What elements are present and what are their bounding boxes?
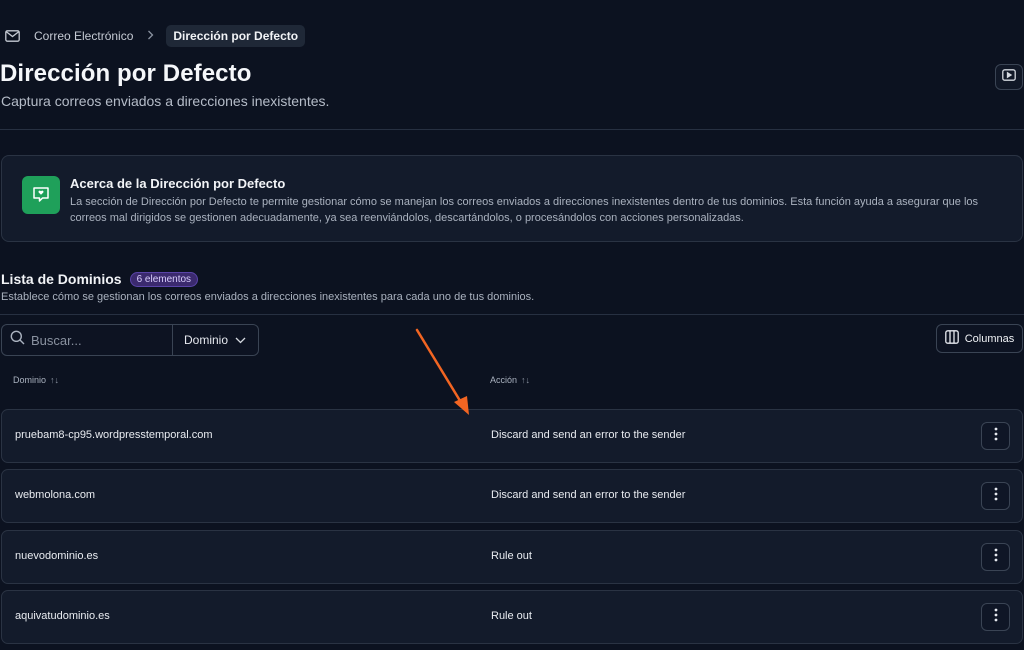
column-header-action-label: Acción [490,375,518,385]
column-header-domain[interactable]: Dominio ↑↓ [13,375,59,385]
info-text: La sección de Dirección por Defecto te p… [70,196,979,224]
action-cell: Discard and send an error to the sender [491,489,686,501]
chevron-right-icon [147,29,154,43]
domain-cell: pruebam8-cp95.wordpresstemporal.com [15,429,213,441]
list-title: Lista de Dominios [1,271,122,287]
search-input[interactable] [31,332,161,348]
row-menu-button[interactable] [981,422,1010,450]
chevron-down-icon [235,333,246,347]
action-cell: Rule out [491,610,532,622]
breadcrumb-item-email[interactable]: Correo Electrónico [34,29,133,43]
divider [0,129,1024,130]
filter-select-value: Dominio [184,333,229,347]
divider [0,314,1024,315]
domain-cell: webmolona.com [15,489,96,501]
page-title: Dirección por Defecto [0,60,252,87]
table-row: nuevodominio.es Rule out [1,530,1023,584]
kebab-menu-icon [994,487,998,506]
list-description: Establece cómo se gestionan los correos … [1,291,535,303]
kebab-menu-icon [994,548,998,567]
info-card: Acerca de la Dirección por Defecto La se… [1,155,1023,242]
table-row: pruebam8-cp95.wordpresstemporal.com Disc… [1,409,1023,463]
page: Correo Electrónico Dirección por Defecto… [0,0,1024,650]
columns-button[interactable]: Columnas [936,324,1023,353]
kebab-menu-icon [994,427,998,446]
sort-icon: ↑↓ [50,375,60,385]
action-cell: Discard and send an error to the sender [491,429,686,441]
row-menu-button[interactable] [981,603,1010,631]
list-header: Lista de Dominios 6 elementos [1,271,199,287]
row-menu-button[interactable] [981,482,1010,510]
domain-cell: nuevodominio.es [15,550,99,562]
row-menu-button[interactable] [981,543,1010,571]
action-cell: Rule out [491,550,532,562]
columns-icon [944,330,959,347]
shield-chat-icon [22,176,60,214]
table-row: aquivatudominio.es Rule out [1,590,1023,644]
column-header-domain-label: Dominio [13,375,47,385]
filter-select[interactable]: Dominio [173,325,258,355]
video-tutorial-button[interactable] [995,64,1023,90]
breadcrumb: Correo Electrónico Dirección por Defecto [4,25,306,47]
search-box [2,325,173,355]
column-header-action[interactable]: Acción ↑↓ [490,375,530,385]
video-icon [1002,68,1016,86]
search-filter-group: Dominio [1,324,259,356]
count-badge: 6 elementos [129,271,199,287]
columns-button-label: Columnas [964,332,1015,345]
domain-cell: aquivatudominio.es [15,610,110,622]
table-row: webmolona.com Discard and send an error … [1,469,1023,523]
mail-icon [4,28,20,44]
search-icon [10,330,25,350]
sort-icon: ↑↓ [521,375,531,385]
page-subtitle: Captura correos enviados a direcciones i… [1,93,330,109]
kebab-menu-icon [994,608,998,627]
info-title: Acerca de la Dirección por Defecto [70,176,286,191]
breadcrumb-item-current: Dirección por Defecto [166,25,306,47]
